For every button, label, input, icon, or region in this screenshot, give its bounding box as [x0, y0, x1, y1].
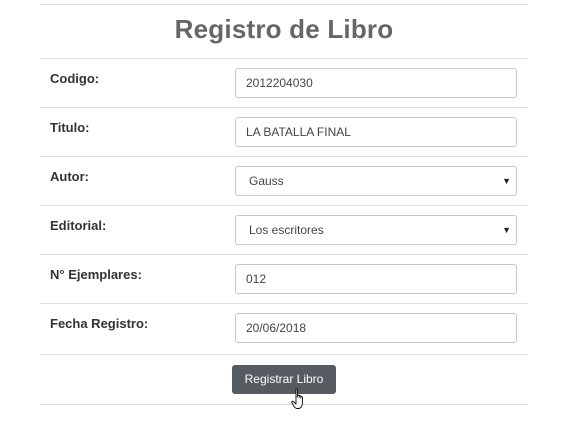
top-divider	[40, 4, 528, 5]
editorial-label: Editorial:	[50, 218, 107, 233]
book-registration-form: Registro de Libro Codigo: 2012204030 Tit…	[40, 0, 528, 409]
page-title: Registro de Libro	[174, 14, 394, 44]
hand-pointer-icon	[291, 388, 303, 409]
codigo-input[interactable]: 2012204030	[235, 68, 517, 98]
chevron-down-icon: ▼	[502, 225, 511, 235]
autor-label: Autor:	[50, 169, 89, 184]
ejemplares-label: N° Ejemplares:	[50, 267, 142, 282]
autor-selected-value: Gauss	[249, 174, 284, 188]
titulo-label: Titulo:	[50, 120, 90, 135]
fecha-registro-input[interactable]: 20/06/2018	[235, 313, 517, 343]
ejemplares-input[interactable]: 012	[235, 264, 517, 294]
form-row-codigo: Codigo: 2012204030	[40, 58, 528, 108]
registrar-libro-button[interactable]: Registrar Libro	[232, 365, 336, 394]
form-row-autor: Autor: Gauss ▼	[40, 156, 528, 206]
form-actions: Registrar Libro	[40, 354, 528, 409]
titulo-input[interactable]: LA BATALLA FINAL	[235, 117, 517, 147]
autor-select[interactable]: Gauss ▼	[235, 166, 517, 196]
form-row-ejemplares: N° Ejemplares: 012	[40, 254, 528, 304]
form-row-titulo: Titulo: LA BATALLA FINAL	[40, 107, 528, 157]
form-row-editorial: Editorial: Los escritores ▼	[40, 205, 528, 255]
codigo-label: Codigo:	[50, 71, 100, 86]
fecha-registro-label: Fecha Registro:	[50, 316, 149, 331]
editorial-select[interactable]: Los escritores ▼	[235, 215, 517, 245]
editorial-selected-value: Los escritores	[249, 223, 324, 237]
chevron-down-icon: ▼	[502, 176, 511, 186]
form-row-fecha-registro: Fecha Registro: 20/06/2018	[40, 303, 528, 353]
